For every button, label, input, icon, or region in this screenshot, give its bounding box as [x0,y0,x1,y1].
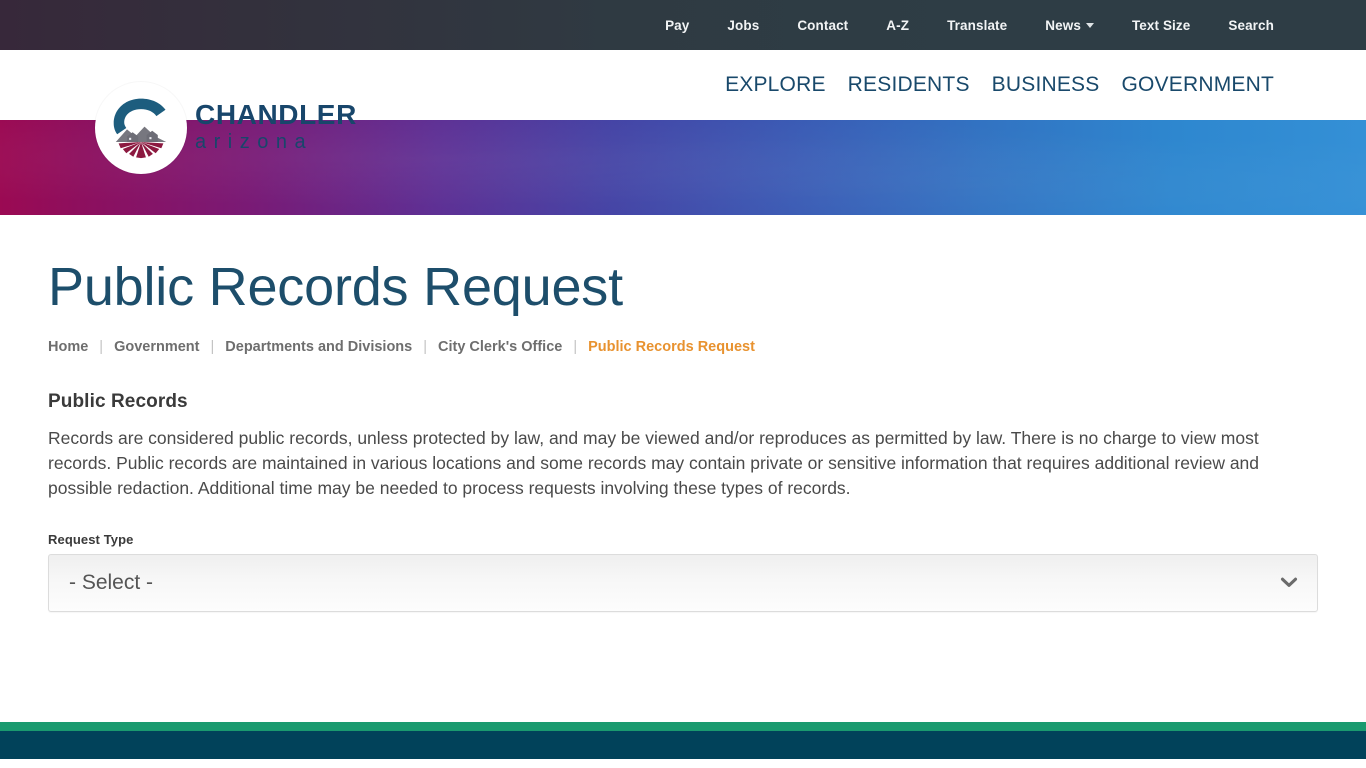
utility-link-search[interactable]: Search [1228,18,1274,33]
utility-bar: Pay Jobs Contact A-Z Translate News Text… [0,0,1366,50]
logo-sub-text: arizona [195,130,314,153]
breadcrumb-item-departments-and-divisions[interactable]: Departments and Divisions [225,339,412,355]
breadcrumb-item-home[interactable]: Home [48,339,88,355]
nav-item-label: RESIDENTS [847,73,970,96]
logo-badge [95,82,187,174]
request-type-selected-value: - Select - [69,570,154,594]
utility-link-label: Contact [797,17,849,33]
breadcrumb-separator: | [423,339,427,356]
chandler-city-seal-icon [113,98,167,159]
logo-wordmark: CHANDLER arizona [195,98,357,156]
utility-link-label: Pay [665,17,690,33]
utility-link-jobs[interactable]: Jobs [727,18,759,33]
request-type-form-group: Request Type - Select - [48,532,1318,612]
breadcrumb-separator: | [99,339,104,356]
breadcrumb-item-government[interactable]: Government [114,339,199,355]
breadcrumb-label: Departments and Divisions [225,339,413,356]
breadcrumb-item-current: Public Records Request [588,339,755,356]
main-navigation: EXPLORE RESIDENTS BUSINESS GOVERNMENT [725,73,1274,97]
main-content: Public Records Request Home | Government… [0,215,1366,722]
nav-item-residents[interactable]: RESIDENTS [848,73,970,97]
breadcrumb: Home | Government | Departments and Divi… [48,339,1318,355]
footer-accent-bar [0,722,1366,731]
section-paragraph: Records are considered public records, u… [48,428,1260,499]
site-logo[interactable]: CHANDLER arizona [95,82,357,174]
utility-link-label: Jobs [727,17,760,33]
utility-link-label: News [1045,17,1081,33]
request-type-select[interactable]: - Select - [48,553,1318,612]
utility-link-contact[interactable]: Contact [797,18,848,33]
logo-main-text: CHANDLER [195,98,357,130]
site-header: CHANDLER arizona EXPLORE RESIDENTS BUSIN… [0,50,1366,174]
breadcrumb-separator: | [573,339,578,356]
section-title: Public Records [48,391,188,413]
request-type-label: Request Type [48,531,134,547]
nav-item-label: GOVERNMENT [1121,73,1274,96]
utility-link-pay[interactable]: Pay [665,18,689,33]
nav-item-label: BUSINESS [991,73,1100,96]
utility-link-label: Search [1228,17,1274,33]
footer-bar [0,731,1366,759]
nav-item-label: EXPLORE [725,73,826,96]
breadcrumb-item-city-clerks-office[interactable]: City Clerk's Office [438,339,562,355]
utility-link-translate[interactable]: Translate [947,18,1007,33]
utility-link-label: Translate [947,17,1008,33]
breadcrumb-label: Home [48,339,89,356]
utility-link-news[interactable]: News [1045,18,1094,33]
chevron-down-icon [1085,22,1094,28]
nav-item-explore[interactable]: EXPLORE [725,73,826,97]
utility-link-text-size[interactable]: Text Size [1132,18,1190,33]
utility-link-a-z[interactable]: A-Z [886,18,909,33]
chevron-down-icon [1280,577,1298,587]
breadcrumb-label: City Clerk's Office [438,339,563,356]
nav-item-government[interactable]: GOVERNMENT [1121,73,1274,97]
breadcrumb-label: Government [114,339,200,356]
utility-link-label: A-Z [886,17,910,33]
nav-item-business[interactable]: BUSINESS [992,73,1100,97]
utility-link-label: Text Size [1131,17,1191,33]
breadcrumb-separator: | [210,339,215,356]
page-title: Public Records Request [48,257,623,317]
